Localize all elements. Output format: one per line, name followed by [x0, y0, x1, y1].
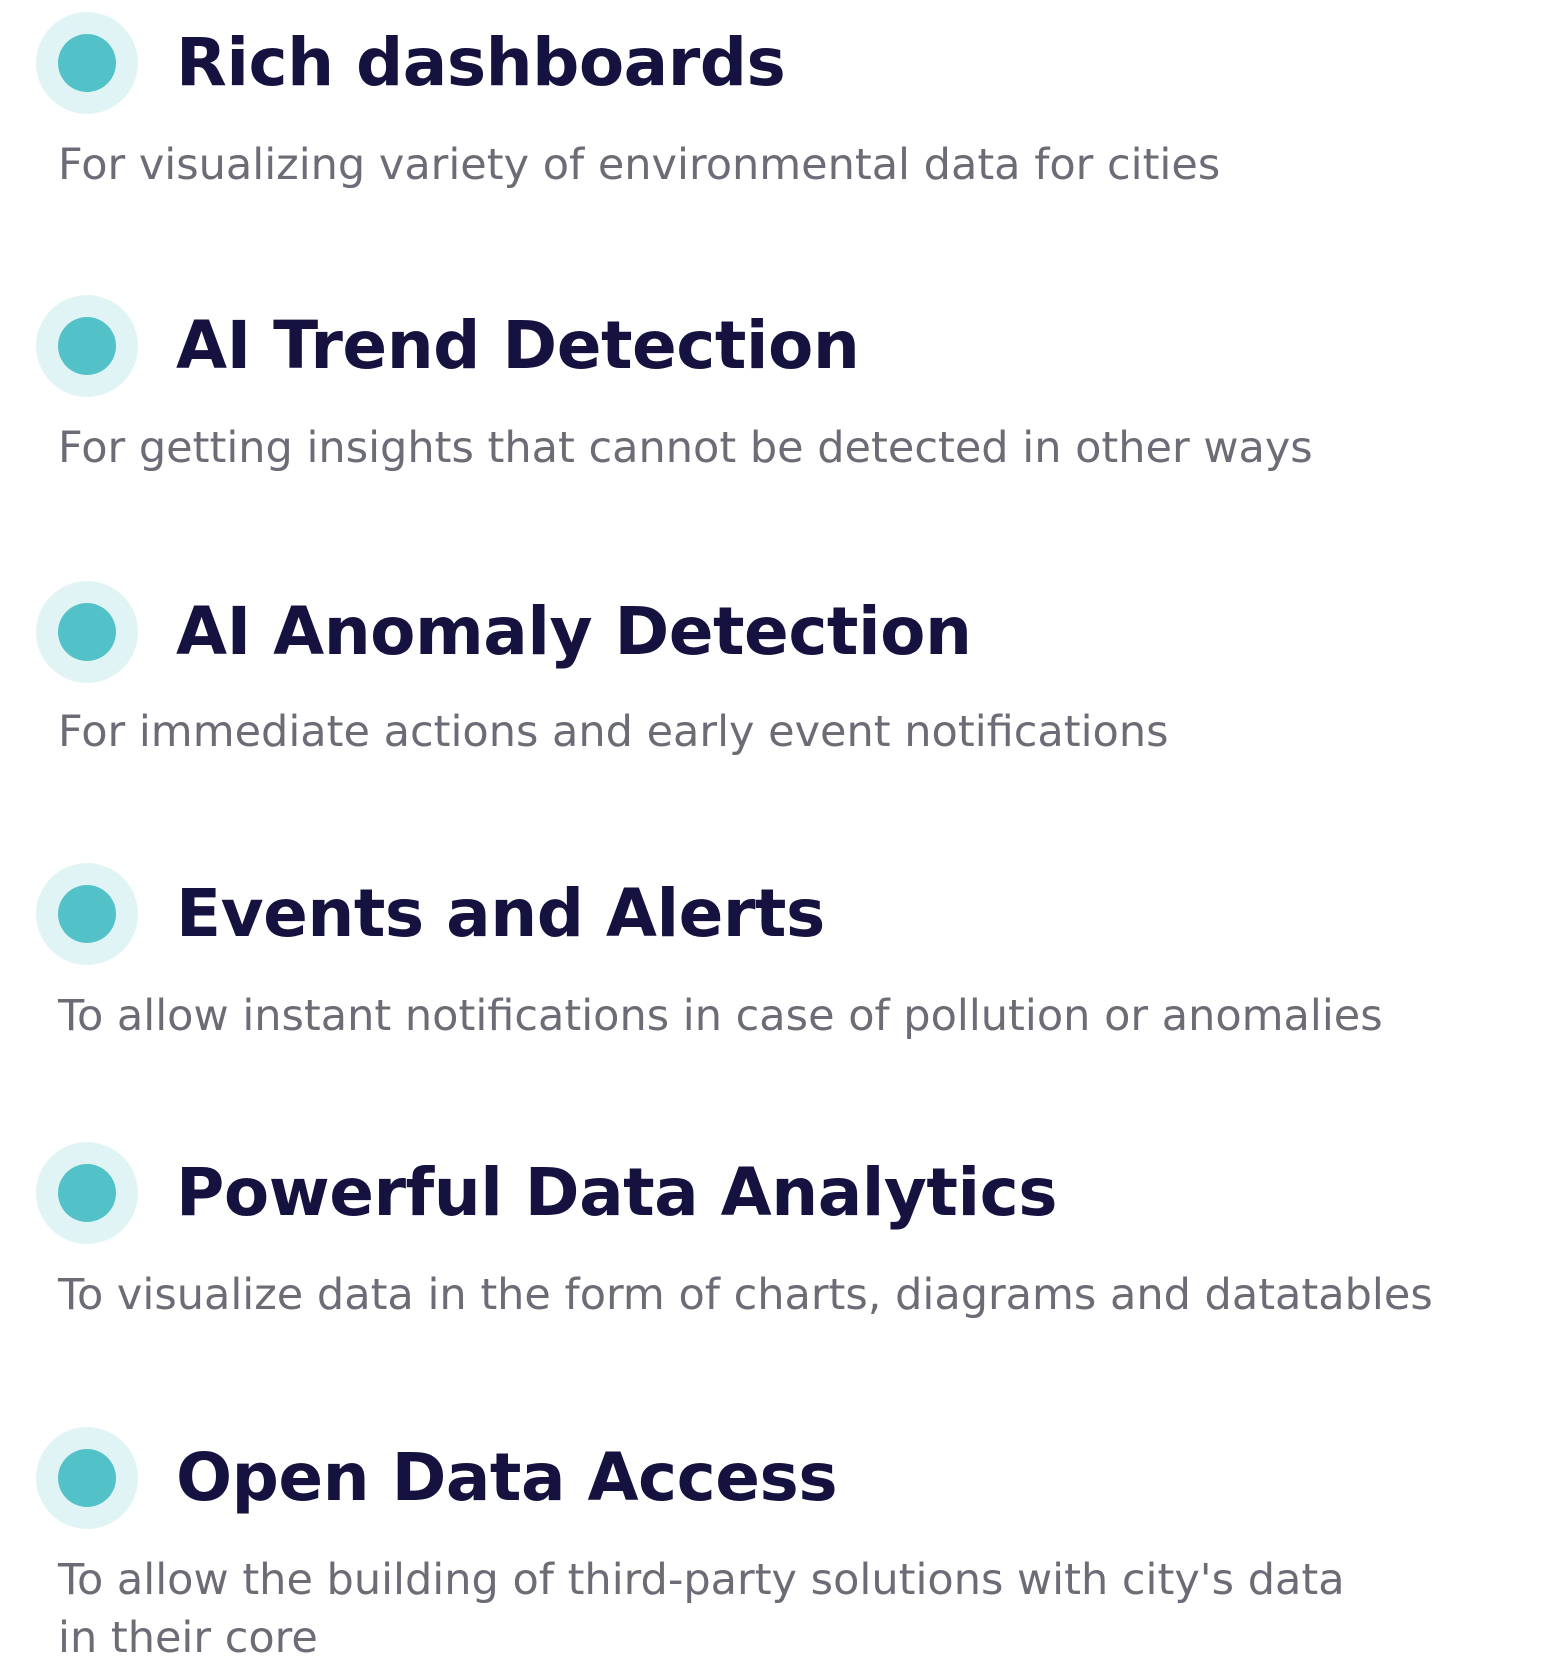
bullet-dot-icon: [36, 12, 138, 114]
feature-description: To allow the building of third-party sol…: [58, 1555, 1345, 1664]
bullet-dot-icon: [36, 581, 138, 683]
feature-title: Events and Alerts: [176, 875, 825, 952]
feature-title: AI Anomaly Detection: [176, 593, 972, 670]
bullet-dot-icon: [36, 1427, 138, 1529]
bullet-dot-icon: [36, 295, 138, 397]
feature-title: Open Data Access: [176, 1439, 838, 1516]
feature-title: Rich dashboards: [176, 24, 786, 101]
feature-title: Powerful Data Analytics: [176, 1154, 1058, 1231]
feature-description: For getting insights that cannot be dete…: [58, 423, 1313, 473]
feature-description: For immediate actions and early event no…: [58, 707, 1169, 757]
bullet-dot-icon: [36, 863, 138, 965]
feature-description: To allow instant notifications in case o…: [58, 991, 1383, 1041]
feature-description: To visualize data in the form of charts,…: [58, 1270, 1433, 1320]
bullet-dot-icon: [36, 1142, 138, 1244]
feature-title: AI Trend Detection: [176, 307, 860, 384]
feature-description: For visualizing variety of environmental…: [58, 140, 1221, 190]
feature-list: Rich dashboards For visualizing variety …: [0, 0, 1548, 1667]
